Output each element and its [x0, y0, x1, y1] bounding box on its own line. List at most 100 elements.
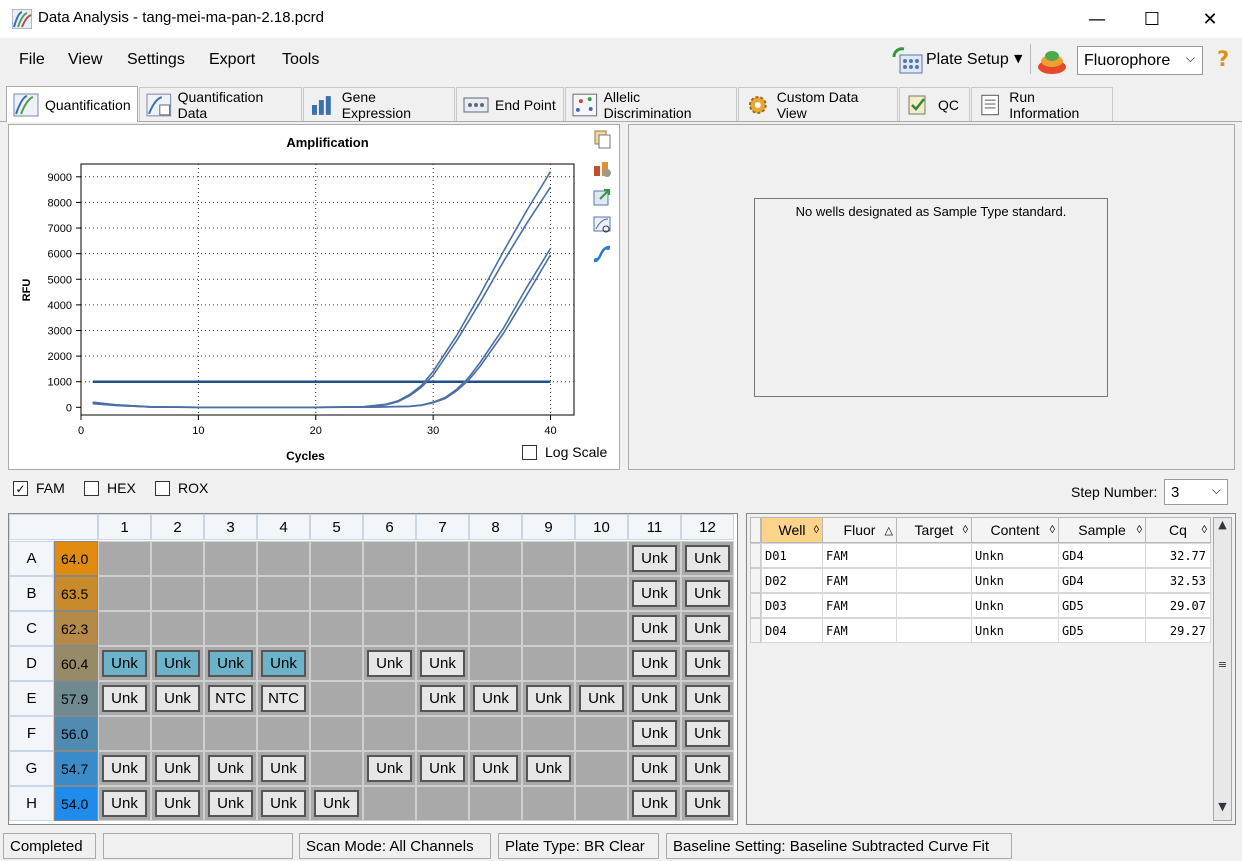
plate-well[interactable] [363, 576, 416, 611]
plate-well[interactable] [363, 541, 416, 576]
table-cell[interactable]: GD4 [1058, 543, 1146, 568]
plate-well[interactable]: Unk [204, 786, 257, 821]
plate-well[interactable] [310, 751, 363, 786]
plate-well[interactable] [257, 576, 310, 611]
fluorophore-select[interactable]: Fluorophore ⌵ [1077, 46, 1203, 75]
table-cell[interactable]: D02 [761, 568, 823, 593]
plate-well[interactable] [522, 576, 575, 611]
table-row-header[interactable] [750, 568, 761, 593]
plate-well[interactable] [469, 541, 522, 576]
plate-well[interactable]: Unk [522, 751, 575, 786]
plate-well[interactable]: Unk [681, 611, 734, 646]
table-cell[interactable]: 32.77 [1145, 543, 1211, 568]
plate-well[interactable]: Unk [628, 786, 681, 821]
plate-well[interactable] [98, 611, 151, 646]
plate-well[interactable] [310, 681, 363, 716]
plate-well[interactable] [522, 541, 575, 576]
plate-column-header[interactable]: 2 [151, 514, 204, 540]
tab-gene-expression[interactable]: Gene Expression [303, 87, 455, 121]
plate-column-header[interactable]: 11 [628, 514, 681, 540]
plate-column-header[interactable]: 10 [575, 514, 628, 540]
table-cell[interactable] [896, 568, 972, 593]
plate-corner[interactable] [9, 514, 98, 540]
plate-well[interactable]: Unk [257, 751, 310, 786]
menu-tools[interactable]: Tools [282, 51, 319, 69]
plate-well[interactable]: Unk [416, 681, 469, 716]
plate-row-header[interactable]: E [9, 681, 54, 716]
plate-well[interactable]: Unk [575, 681, 628, 716]
plate-well[interactable] [575, 611, 628, 646]
reagent-icon[interactable] [1036, 47, 1068, 75]
tab-allelic-discrimination[interactable]: Allelic Discrimination [565, 87, 737, 121]
table-cell[interactable]: D03 [761, 593, 823, 618]
column-header-sample[interactable]: Sample ◊ [1058, 517, 1146, 543]
plate-well[interactable] [310, 716, 363, 751]
table-cell[interactable]: GD4 [1058, 568, 1146, 593]
table-cell[interactable] [896, 593, 972, 618]
scroll-down-icon[interactable]: ▼ [1215, 800, 1230, 818]
plate-well[interactable] [575, 716, 628, 751]
table-cell[interactable]: FAM [822, 593, 897, 618]
plate-well[interactable] [469, 646, 522, 681]
plate-column-header[interactable]: 3 [204, 514, 257, 540]
plate-row-header[interactable]: H [9, 786, 54, 821]
plate-well[interactable]: Unk [628, 576, 681, 611]
plate-well[interactable]: Unk [628, 611, 681, 646]
plate-well[interactable] [575, 786, 628, 821]
plate-well[interactable]: Unk [151, 786, 204, 821]
close-button[interactable]: ✕ [1187, 0, 1233, 38]
plate-well[interactable] [522, 611, 575, 646]
table-cell[interactable]: GD5 [1058, 593, 1146, 618]
plate-well[interactable]: Unk [628, 751, 681, 786]
plate-well[interactable]: Unk [204, 646, 257, 681]
plate-well[interactable] [363, 611, 416, 646]
plate-setup-button[interactable]: Plate Setup [926, 51, 1009, 69]
plate-well[interactable]: NTC [204, 681, 257, 716]
plate-column-header[interactable]: 4 [257, 514, 310, 540]
tab-end-point[interactable]: End Point [456, 87, 564, 121]
plate-well[interactable]: Unk [310, 786, 363, 821]
plate-well[interactable]: Unk [151, 646, 204, 681]
column-header-cq[interactable]: Cq ◊ [1145, 517, 1211, 543]
plate-row-header[interactable]: D [9, 646, 54, 681]
plate-well[interactable] [522, 716, 575, 751]
plate-well[interactable] [310, 611, 363, 646]
tab-quantification[interactable]: Quantification [6, 86, 138, 122]
tab-run-information[interactable]: Run Information [971, 87, 1113, 121]
plate-column-header[interactable]: 7 [416, 514, 469, 540]
plate-well[interactable]: NTC [257, 681, 310, 716]
plate-column-header[interactable]: 12 [681, 514, 734, 540]
table-cell[interactable]: 32.53 [1145, 568, 1211, 593]
menu-file[interactable]: File [19, 51, 45, 69]
curve-fit-icon[interactable] [592, 244, 612, 264]
plate-well[interactable] [469, 786, 522, 821]
plate-row-header[interactable]: C [9, 611, 54, 646]
plate-well[interactable] [204, 716, 257, 751]
plate-well[interactable] [310, 576, 363, 611]
plate-well[interactable] [522, 786, 575, 821]
table-cell[interactable]: GD5 [1058, 618, 1146, 643]
plate-row-header[interactable]: A [9, 541, 54, 576]
plate-well[interactable]: Unk [363, 646, 416, 681]
plate-well[interactable] [204, 611, 257, 646]
fam-checkbox[interactable]: ✓ [13, 481, 28, 496]
plate-well[interactable]: Unk [469, 681, 522, 716]
plate-well[interactable] [98, 716, 151, 751]
table-scrollbar[interactable]: ▲ ≡ ▼ [1213, 517, 1232, 821]
plate-well[interactable]: Unk [469, 751, 522, 786]
hex-checkbox[interactable] [84, 481, 99, 496]
maximize-button[interactable]: ☐ [1129, 0, 1175, 38]
plate-well[interactable]: Unk [151, 681, 204, 716]
plate-well[interactable] [310, 541, 363, 576]
plate-well[interactable]: Unk [628, 646, 681, 681]
table-cell[interactable]: FAM [822, 568, 897, 593]
plate-well[interactable] [257, 611, 310, 646]
scroll-up-icon[interactable]: ▲ [1215, 518, 1230, 536]
plate-well[interactable] [98, 576, 151, 611]
table-row-header[interactable] [750, 618, 761, 643]
step-number-select[interactable]: 3 ⌵ [1164, 479, 1228, 505]
plate-well[interactable]: Unk [628, 716, 681, 751]
plate-well[interactable]: Unk [628, 541, 681, 576]
plate-well[interactable]: Unk [681, 681, 734, 716]
table-cell[interactable]: Unkn [971, 593, 1059, 618]
